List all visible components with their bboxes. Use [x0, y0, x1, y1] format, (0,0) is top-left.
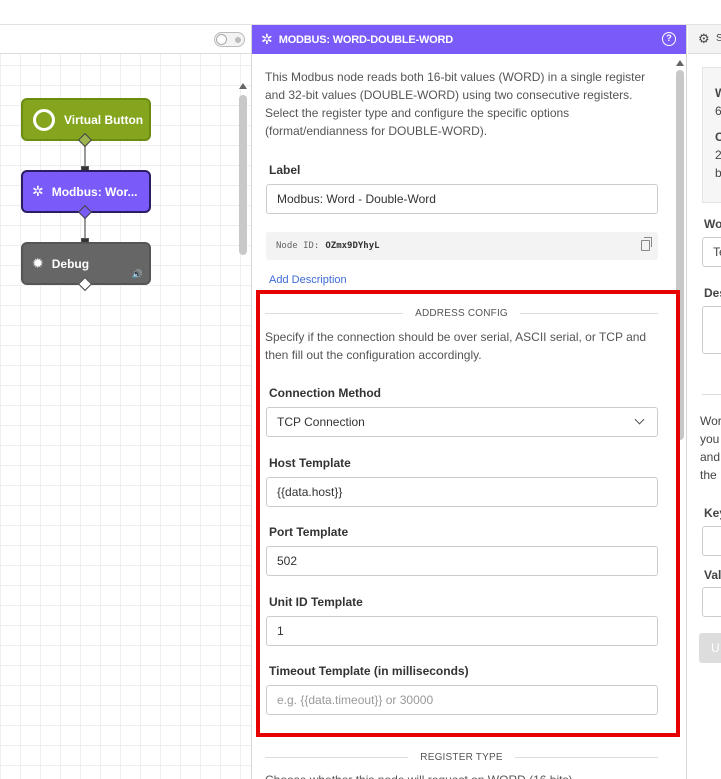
copy-icon[interactable]	[641, 237, 652, 251]
select-value: Te	[713, 245, 721, 259]
timeout-template-label: Timeout Template (in milliseconds)	[269, 664, 469, 678]
value-input[interactable]	[702, 587, 721, 617]
unit-id-template-label: Unit ID Template	[269, 595, 363, 609]
modbus-icon: ✲	[32, 183, 44, 199]
host-template-label: Host Template	[269, 456, 351, 470]
toggle-dot	[235, 37, 241, 43]
register-type-heading: REGISTER TYPE	[265, 751, 658, 763]
info-text: W	[715, 86, 721, 100]
timeout-template-input[interactable]: e.g. {{data.timeout}} or 30000	[266, 685, 658, 715]
update-button[interactable]: U	[699, 633, 721, 663]
field-label: Wo	[704, 217, 721, 231]
host-template-input[interactable]: {{data.host}}	[266, 477, 658, 507]
chevron-down-icon	[634, 414, 645, 425]
canvas-scroll-up-arrow[interactable]	[239, 83, 247, 89]
section-title: REGISTER TYPE	[420, 751, 503, 763]
field-label: Des	[704, 286, 721, 300]
node-description: This Modbus node reads both 16-bit value…	[265, 70, 646, 138]
node-label: Debug	[51, 256, 90, 271]
node-label: Modbus: Wor...	[51, 184, 138, 199]
unit-id-template-input[interactable]: 1	[266, 616, 658, 646]
divider	[702, 394, 721, 395]
circle-icon	[33, 108, 55, 131]
canvas-toggle[interactable]	[214, 32, 245, 47]
workflow-canvas[interactable]: Virtual Button ✲ Modbus: Wor... ✹ Debug …	[0, 25, 252, 779]
connection-method-label: Connection Method	[269, 386, 381, 400]
panel-header: ✲ MODBUS: WORD-DOUBLE-WORD ?	[252, 25, 686, 54]
help-text: the	[700, 468, 717, 482]
right-panel-header: ⚙ S	[688, 25, 721, 54]
info-box: W 6 C 2 b	[702, 67, 721, 203]
help-text: Wor	[700, 414, 721, 428]
info-text: 2	[715, 148, 721, 162]
port-template-input[interactable]: 502	[266, 546, 658, 576]
label-field-label: Label	[269, 163, 301, 177]
help-icon[interactable]: ?	[662, 32, 676, 46]
add-description-link[interactable]: Add Description	[269, 274, 347, 286]
speaker-icon[interactable]: 🔊	[132, 269, 143, 280]
address-config-description: Specify if the connection should be over…	[265, 330, 647, 362]
top-bar	[0, 0, 721, 25]
connection-method-select[interactable]: TCP Connection	[266, 407, 658, 437]
section-title: ADDRESS CONFIG	[415, 307, 508, 319]
node-id-box: Node ID: OZmx9DYhyL	[266, 232, 658, 260]
panel-scroll-up-arrow[interactable]	[676, 60, 684, 66]
bug-icon: ✹	[32, 255, 44, 271]
help-text: you	[700, 432, 720, 446]
button-label: U	[711, 641, 720, 655]
canvas-scrollbar[interactable]	[239, 95, 247, 255]
help-text: and	[700, 450, 721, 464]
info-text: 6	[715, 104, 721, 118]
node-label: Virtual Button	[64, 112, 144, 127]
field-label: Val	[704, 568, 721, 582]
node-id-value: OZmx9DYhyL	[325, 241, 380, 251]
connection-method-value: TCP Connection	[277, 415, 365, 429]
canvas-toolbar	[0, 25, 251, 54]
address-config-heading: ADDRESS CONFIG	[265, 307, 658, 319]
panel-title: MODBUS: WORD-DOUBLE-WORD	[278, 33, 453, 46]
toggle-knob	[216, 34, 227, 45]
key-input[interactable]	[702, 526, 721, 556]
port-template-label: Port Template	[269, 525, 349, 539]
info-text: b	[715, 166, 721, 180]
info-text: C	[715, 130, 721, 144]
word-select[interactable]: Te	[702, 237, 721, 267]
description-textarea[interactable]	[702, 306, 721, 354]
field-label: Key	[704, 506, 721, 520]
gear-icon: ⚙	[698, 31, 710, 46]
node-id-prefix: Node ID:	[276, 241, 320, 251]
node-config-panel: ✲ MODBUS: WORD-DOUBLE-WORD ? This Modbus…	[252, 25, 687, 779]
right-settings-panel: ⚙ S W 6 C 2 b Wo Te Des Wor you and the …	[688, 25, 721, 779]
panel-scrollbar[interactable]	[676, 70, 684, 440]
modbus-icon: ✲	[261, 31, 273, 47]
right-panel-title: S	[716, 33, 721, 44]
label-input[interactable]: Modbus: Word - Double-Word	[266, 184, 658, 214]
app-root: Virtual Button ✲ Modbus: Wor... ✹ Debug …	[0, 0, 721, 779]
register-type-description: Choose whether this node will request on…	[265, 771, 665, 779]
